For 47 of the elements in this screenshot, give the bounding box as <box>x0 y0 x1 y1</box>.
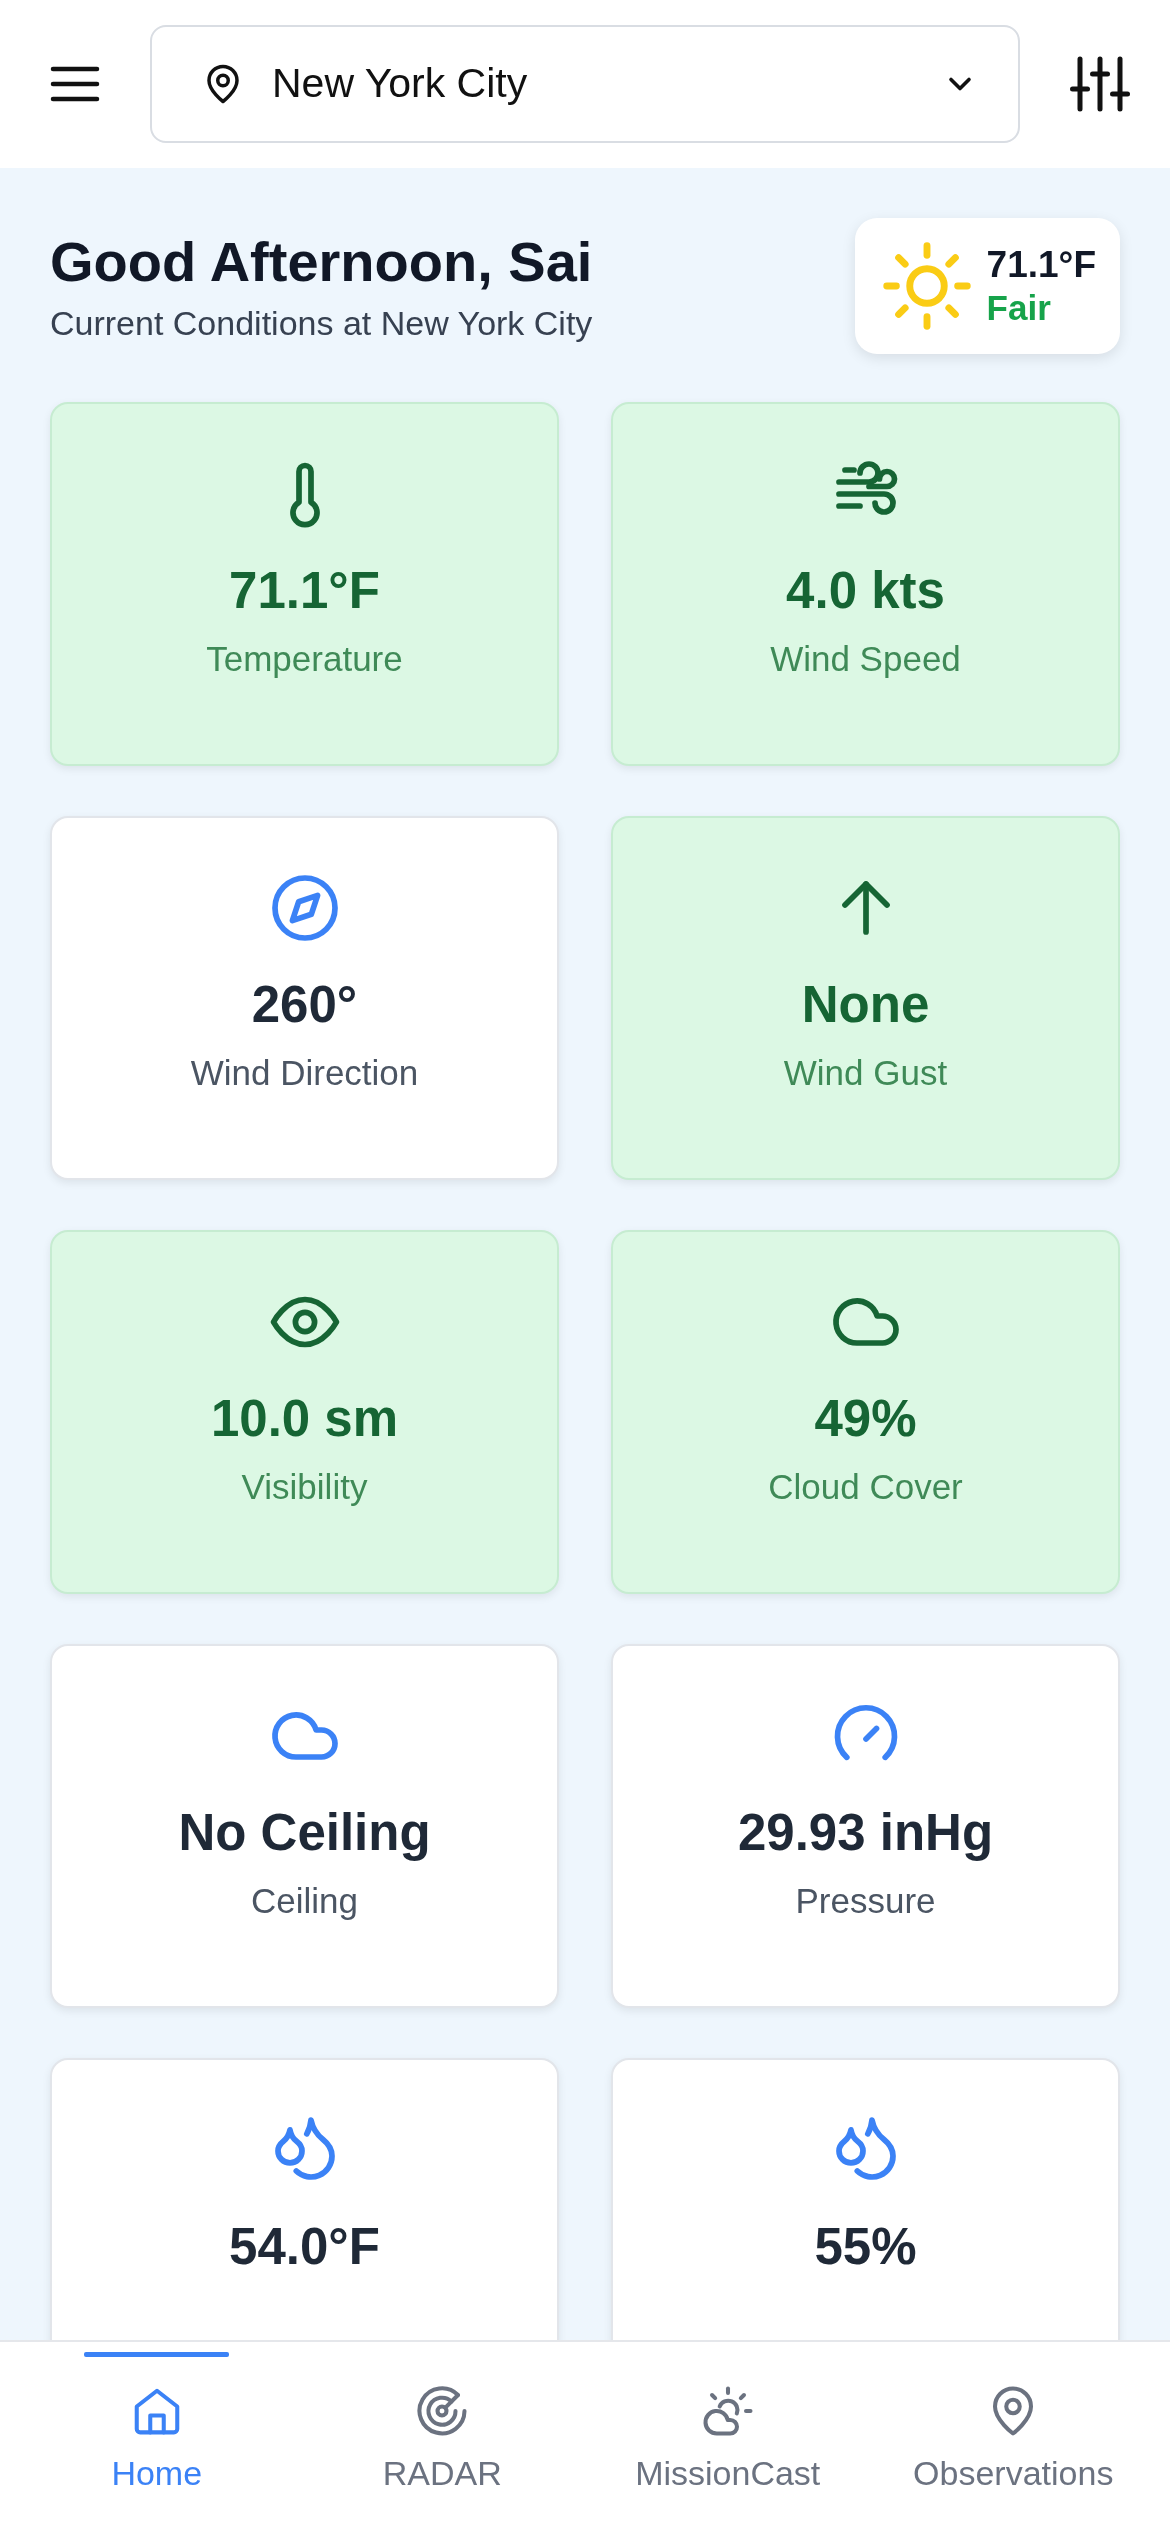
metric-value: 29.93 inHg <box>737 1803 994 1863</box>
cloud-sun-icon <box>703 2386 753 2436</box>
cloud-icon <box>271 1712 338 1760</box>
sliders-icon <box>1070 56 1130 112</box>
metric-label: Pressure <box>795 1880 936 1923</box>
location-pin-icon <box>993 2386 1034 2436</box>
metric-label: Wind Direction <box>190 1052 419 1095</box>
thermometer-icon <box>289 462 320 528</box>
greeting-subtitle: Current Conditions at New York City <box>50 303 593 345</box>
metric-value: None <box>801 975 930 1035</box>
nav-tab[interactable]: Home <box>14 2342 300 2532</box>
compass-icon <box>271 875 338 941</box>
nav-tab[interactable]: Observations <box>870 2342 1156 2532</box>
sun-icon <box>882 242 971 330</box>
home-icon <box>134 2388 180 2435</box>
metric-label: Temperature <box>206 638 403 681</box>
eye-icon <box>270 1296 339 1348</box>
metric-label: Wind Speed <box>770 638 961 681</box>
metric-value: 4.0 kts <box>786 561 945 621</box>
cloud-icon <box>832 1298 899 1346</box>
gauge-icon <box>834 1704 897 1761</box>
metric-value: 10.0 sm <box>210 1389 399 1449</box>
radar-icon <box>417 2386 467 2436</box>
location-dropdown[interactable]: New York City <box>150 25 1020 143</box>
metric-value: 54.0°F <box>229 2217 380 2277</box>
metric-label: Visibility <box>241 1466 368 1509</box>
metric-label: Wind Gust <box>783 1052 948 1095</box>
greeting-title: Good Afternoon, Sai <box>50 230 593 295</box>
temperature-reading: 71.1°F <box>986 242 1096 287</box>
nav-tab[interactable]: MissionCast <box>585 2342 871 2532</box>
menu-icon <box>50 66 100 102</box>
metric-label: Ceiling <box>251 1880 358 1923</box>
metric-label: Cloud Cover <box>768 1466 963 1509</box>
metric-value: No Ceiling <box>178 1803 431 1863</box>
condition-text: Fair <box>986 287 1052 330</box>
nav-tab[interactable]: RADAR <box>299 2342 585 2532</box>
metric-value: 55% <box>814 2217 917 2277</box>
filter-button[interactable] <box>1070 54 1130 114</box>
metric-value: 49% <box>814 1389 917 1449</box>
wind-icon <box>835 461 897 515</box>
droplets-icon <box>274 2117 335 2180</box>
droplets-icon <box>835 2117 896 2180</box>
location-pin-icon <box>207 64 239 104</box>
menu-button[interactable] <box>50 64 100 104</box>
chevron-down-icon <box>949 77 971 91</box>
metric-value: 71.1°F <box>229 561 380 621</box>
metric-value: 260° <box>251 975 358 1035</box>
